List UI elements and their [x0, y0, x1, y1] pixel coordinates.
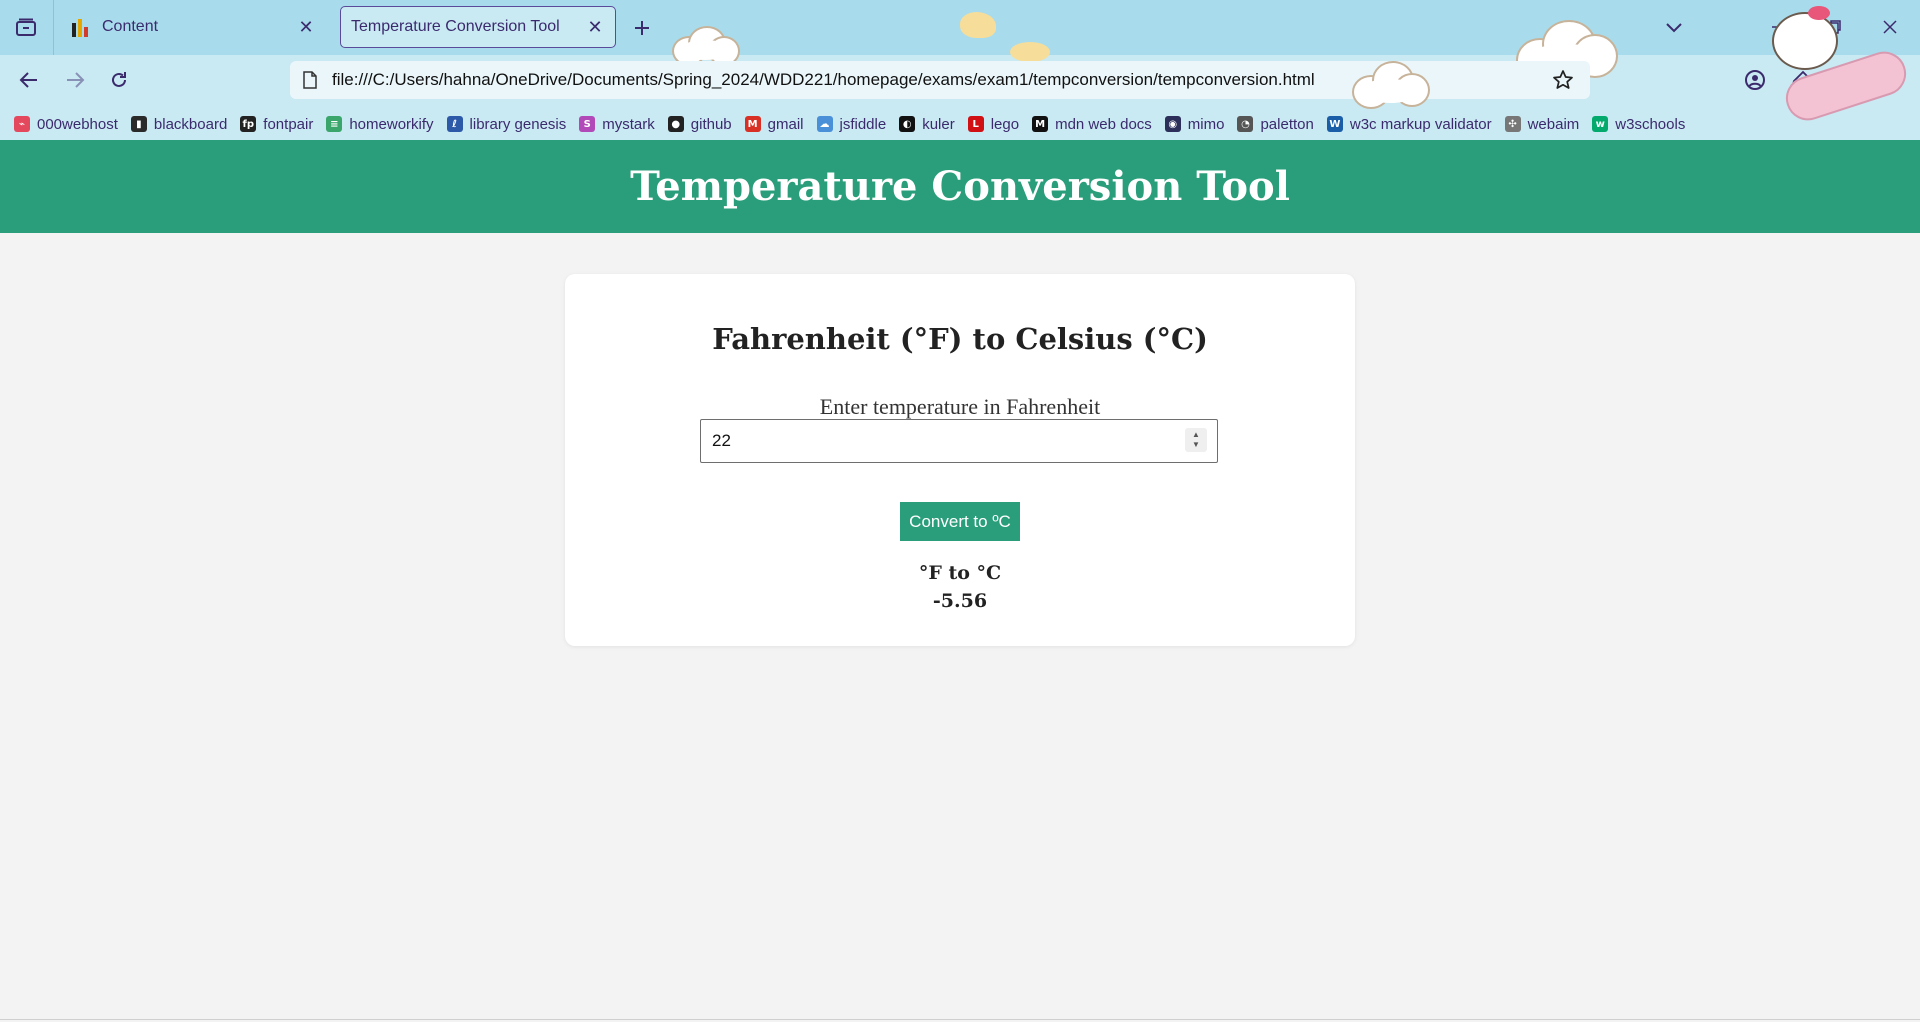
- tab-bar: Content ✕ Temperature Conversion Tool ✕: [0, 0, 1920, 82]
- folder-tabs-icon: [16, 18, 36, 36]
- bookmark-label: homeworkify: [349, 115, 434, 133]
- lego-icon: L: [967, 116, 984, 132]
- bookmark-star-icon[interactable]: [1552, 69, 1574, 91]
- arrow-right-icon: [67, 72, 85, 88]
- webhost-icon: ⌁: [14, 116, 30, 132]
- bookmark-label: w3c markup validator: [1349, 115, 1492, 133]
- bookmark-label: jsfiddle: [839, 115, 887, 133]
- close-window-button[interactable]: [1874, 12, 1906, 42]
- back-button[interactable]: [14, 65, 44, 95]
- bookmark-label: fontpair: [263, 115, 314, 133]
- bookmark-w3schools[interactable]: w w3schools: [1592, 116, 1685, 133]
- bookmark-github[interactable]: ● github: [667, 115, 732, 133]
- bookmark-label: paletton: [1260, 115, 1314, 133]
- chevron-down-icon: [1666, 23, 1682, 33]
- number-spinner[interactable]: ▲ ▼: [1185, 428, 1207, 452]
- result-label: °F to °C: [918, 562, 1002, 584]
- bookmark-homeworkify[interactable]: ≡ homeworkify: [326, 115, 434, 133]
- reload-icon: [112, 72, 126, 87]
- page-icon: [300, 71, 320, 89]
- reload-button[interactable]: [104, 65, 134, 95]
- account-button[interactable]: [1742, 67, 1768, 93]
- tab-content[interactable]: Content ✕: [58, 6, 326, 48]
- bookmark-label: w3schools: [1615, 115, 1686, 133]
- chevron-up-icon[interactable]: ▲: [1192, 430, 1200, 440]
- mdn-icon: M: [1032, 116, 1049, 132]
- tab-separator: [53, 0, 54, 55]
- account-icon: [1745, 70, 1765, 90]
- converter-heading: Fahrenheit (°F) to Celsius (°C): [712, 322, 1208, 356]
- theme-cloud-decoration: [1352, 61, 1430, 111]
- bookmark-000webhost[interactable]: ⌁ 000webhost: [14, 116, 118, 133]
- bookmark-label: 000webhost: [37, 115, 118, 133]
- close-icon: [1883, 20, 1897, 34]
- tab-temperature-conversion-tool[interactable]: Temperature Conversion Tool ✕: [340, 6, 616, 48]
- webaim-icon: ✣: [1504, 116, 1521, 132]
- new-tab-button[interactable]: [628, 14, 656, 42]
- tab-title: Content: [102, 18, 159, 35]
- bookmark-label: mimo: [1187, 115, 1225, 133]
- bookmark-gmail[interactable]: Mgmail: [744, 115, 804, 133]
- w3schools-icon: w: [1592, 116, 1609, 132]
- kuler-icon: ◐: [899, 116, 916, 132]
- fahrenheit-input-label: Enter temperature in Fahrenheit: [819, 394, 1101, 419]
- forward-button[interactable]: [60, 65, 90, 95]
- close-tab-icon[interactable]: ✕: [583, 15, 607, 39]
- mystark-icon: S: [579, 116, 596, 132]
- bookmarks-toolbar: ⌁ 000webhost ▮ blackboard fp fontpair ≡ homewor…: [0, 110, 1685, 138]
- tab-list-button[interactable]: [12, 14, 40, 42]
- bookmark-paletton[interactable]: ◔ paletton: [1237, 115, 1314, 133]
- library-icon: ℓ: [446, 116, 463, 132]
- converter-card: Fahrenheit (°F) to Celsius (°C) Enter te…: [565, 274, 1355, 646]
- browser-chrome: Content ✕ Temperature Conversion Tool ✕: [0, 0, 1920, 140]
- fahrenheit-input-wrapper: ▲ ▼: [700, 419, 1218, 463]
- list-all-tabs-button[interactable]: [1660, 14, 1688, 42]
- w3c-icon: W: [1326, 116, 1343, 132]
- fontpair-icon: fp: [240, 116, 257, 132]
- bookmark-kuler[interactable]: ◐ kuler: [899, 116, 955, 133]
- bookmark-fontpair[interactable]: fp fontpair: [240, 116, 313, 133]
- bookmark-mystark[interactable]: Smystark: [579, 116, 655, 133]
- close-tab-icon[interactable]: ✕: [294, 15, 318, 39]
- bookmark-jsfiddle[interactable]: ☁ jsfiddle: [816, 115, 887, 133]
- gmail-icon: M: [744, 116, 761, 132]
- arrow-left-icon: [19, 72, 37, 88]
- theme-character-decoration: [1772, 6, 1838, 70]
- bookmark-mimo[interactable]: ◉ mimo: [1164, 115, 1225, 133]
- bookmark-webaim[interactable]: ✣ webaim: [1504, 115, 1580, 133]
- result-value: -5.56: [932, 590, 988, 612]
- bookmark-label: mystark: [602, 115, 655, 133]
- bookmark-label: webaim: [1527, 115, 1580, 133]
- bookmark-label: mdn web docs: [1055, 115, 1152, 133]
- bookmark-label: library genesis: [469, 115, 567, 133]
- bookmark-blackboard[interactable]: ▮ blackboard: [130, 115, 228, 133]
- url-text[interactable]: file:///C:/Users/hahna/OneDrive/Document…: [332, 70, 1315, 90]
- window-bottom-border: [0, 1019, 1920, 1020]
- bookmark-lego[interactable]: Llego: [967, 115, 1020, 133]
- page-header: Temperature Conversion Tool: [0, 140, 1920, 233]
- convert-button[interactable]: Convert to ºC: [900, 502, 1020, 541]
- github-icon: ●: [667, 116, 684, 132]
- paletton-icon: ◔: [1237, 116, 1254, 132]
- navigation-toolbar: file:///C:/Users/hahna/OneDrive/Document…: [0, 55, 1920, 109]
- cloud-icon: ☁: [816, 116, 833, 132]
- bookmark-label: gmail: [767, 115, 804, 133]
- plus-icon: [635, 21, 649, 35]
- bookmark-library-genesis[interactable]: ℓ library genesis: [446, 115, 567, 133]
- books-icon: ≡: [326, 116, 343, 132]
- bookmark-label: kuler: [922, 115, 955, 133]
- tab-title: Temperature Conversion Tool: [351, 18, 560, 35]
- fahrenheit-input[interactable]: [701, 420, 1172, 462]
- bar-chart-icon: ▮: [130, 116, 147, 132]
- mimo-icon: ◉: [1164, 116, 1181, 132]
- bookmark-label: blackboard: [153, 115, 228, 133]
- page-title: Temperature Conversion Tool: [630, 163, 1290, 210]
- chevron-down-icon[interactable]: ▼: [1192, 440, 1200, 450]
- theme-bird-decoration: [960, 12, 996, 38]
- bookmark-mdn-web-docs[interactable]: Mmdn web docs: [1032, 116, 1152, 133]
- bookmark-w3c-markup-validator[interactable]: Ww3c markup validator: [1326, 115, 1492, 133]
- bookmark-label: github: [690, 115, 732, 133]
- bookmark-label: lego: [990, 115, 1020, 133]
- bar-chart-favicon-icon: [72, 17, 92, 37]
